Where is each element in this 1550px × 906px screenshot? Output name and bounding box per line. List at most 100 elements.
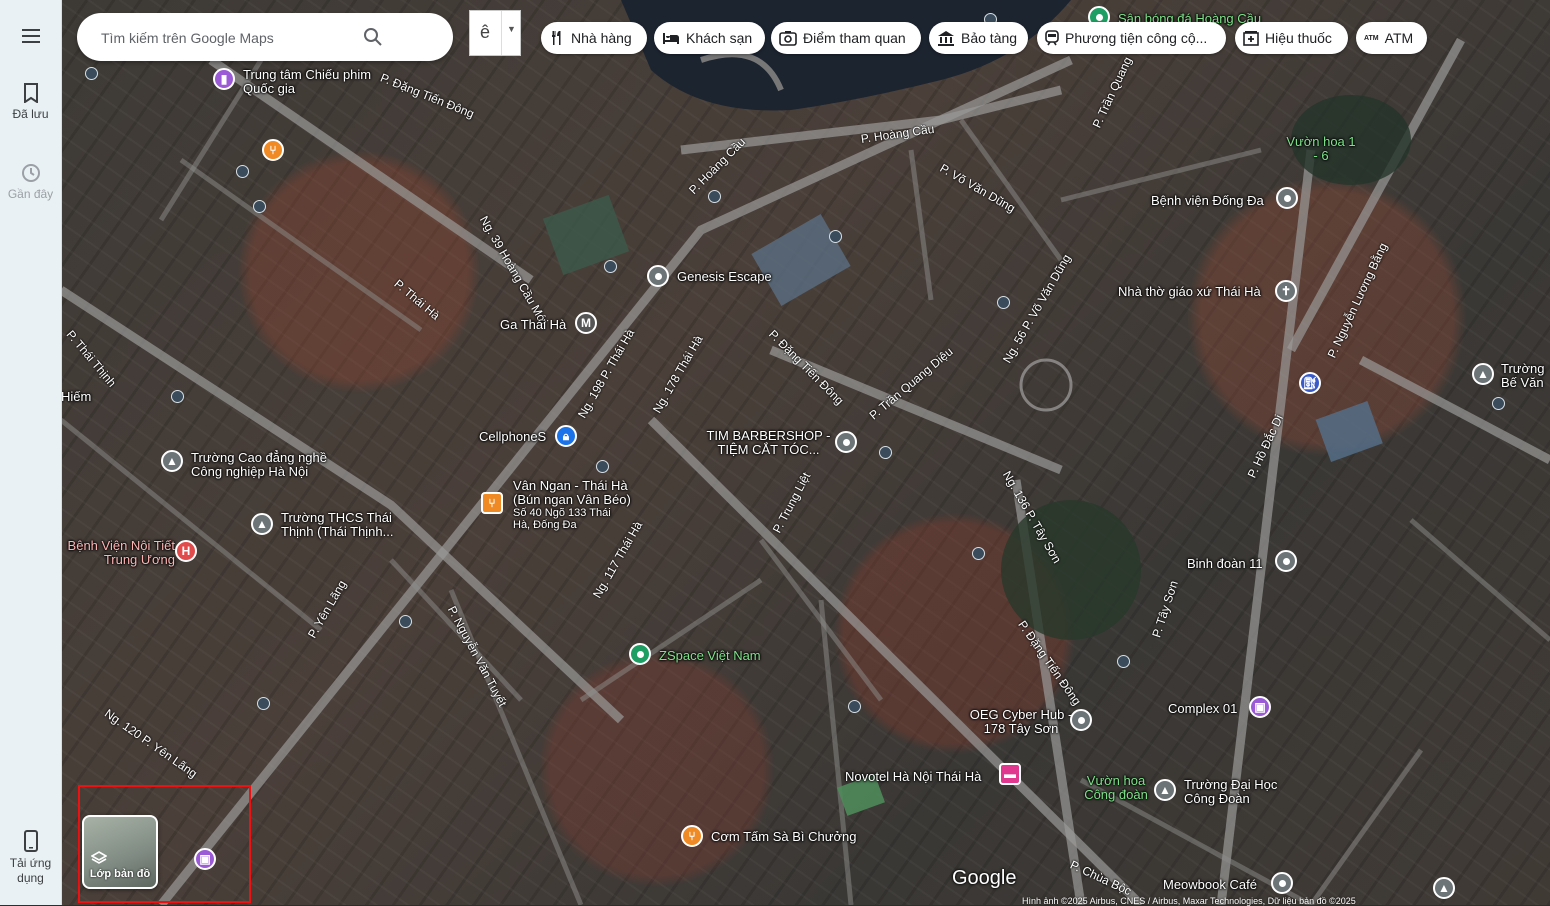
bus-stop-icon[interactable]	[253, 200, 266, 213]
bus-stop-icon[interactable]	[171, 390, 184, 403]
saved-button[interactable]: Đã lưu	[0, 83, 61, 122]
chip-atm[interactable]: ATM ATM	[1356, 22, 1427, 54]
get-app-label: Tải ứng dụng	[9, 856, 52, 885]
place-label-ga-thai-ha[interactable]: Ga Thái Hà	[500, 318, 566, 332]
bus-stop-icon[interactable]	[1117, 655, 1130, 668]
place-label-com-tam[interactable]: Cơm Tấm Sà Bì Chưởng	[711, 830, 856, 844]
restaurant-icon[interactable]: ⑂	[262, 139, 284, 161]
place-label-zspace[interactable]: ZSpace Việt Nam	[659, 649, 761, 663]
place-label-vuon-hoa-1-6[interactable]: Vườn hoa 1 - 6	[1286, 135, 1356, 163]
get-app-button[interactable]: Tải ứng dụng	[0, 830, 61, 886]
ime-char: ê	[480, 22, 491, 42]
chip-museums[interactable]: Bảo tàng	[929, 22, 1028, 54]
shopping-icon[interactable]: ▣	[1249, 696, 1271, 718]
menu-button[interactable]	[0, 27, 61, 49]
chip-label: Bảo tàng	[961, 30, 1018, 46]
bus-stop-icon[interactable]	[85, 67, 98, 80]
phone-icon	[23, 830, 38, 852]
chip-label: Phương tiện công cộ...	[1065, 30, 1208, 46]
museum-icon	[937, 30, 955, 46]
bus-stop-icon[interactable]	[236, 165, 249, 178]
place-pin-icon[interactable]	[629, 643, 651, 665]
bed-icon	[662, 31, 680, 45]
place-label-tim-barber[interactable]: TIM BARBERSHOP - TIỆM CẮT TÓC...	[706, 429, 831, 457]
bus-stop-icon[interactable]	[879, 446, 892, 459]
school-icon[interactable]: ▲	[1433, 877, 1455, 899]
place-label-thcs[interactable]: Trường THCS Thái Thịnh (Thái Thịnh...	[281, 511, 411, 539]
recent-label: Gần đây	[7, 187, 54, 201]
restaurant-icon[interactable]: ⑂	[481, 492, 503, 514]
church-icon[interactable]: ✝	[1275, 280, 1297, 302]
school-icon[interactable]: ▲	[161, 450, 183, 472]
satellite-map[interactable]: P. Đặng Tiến Đông P. Hoàng Cầu P. Hoàng …	[61, 0, 1550, 905]
pharmacy-icon	[1243, 30, 1259, 46]
cinema-icon[interactable]: ▮	[213, 68, 235, 90]
bus-stop-icon[interactable]	[997, 296, 1010, 309]
chip-attractions[interactable]: Điểm tham quan	[771, 22, 921, 54]
place-label-truong-dai-hoc[interactable]: Trường Đại Học Công Đoàn	[1184, 778, 1294, 806]
place-pin-icon[interactable]	[1275, 550, 1297, 572]
bus-stop-icon[interactable]	[257, 697, 270, 710]
chip-pharmacies[interactable]: Hiệu thuốc	[1235, 22, 1348, 54]
place-label-cinema[interactable]: Trung tâm Chiếu phim Quốc gia	[243, 68, 373, 96]
place-label-meowbook[interactable]: Meowbook Café	[1163, 878, 1257, 892]
fork-knife-icon	[549, 30, 565, 46]
place-label-complex[interactable]: Complex 01	[1168, 702, 1237, 716]
bus-stop-icon[interactable]	[604, 260, 617, 273]
bus-stop-icon[interactable]	[399, 615, 412, 628]
history-icon	[21, 164, 40, 182]
gas-station-icon[interactable]: ⛽︎	[1299, 372, 1321, 394]
camera-icon	[779, 30, 797, 46]
place-label-oeg[interactable]: OEG Cyber Hub - 178 Tây Sơn	[966, 708, 1076, 736]
place-label-church[interactable]: Nhà thờ giáo xứ Thái Hà	[1118, 285, 1261, 299]
place-pin-icon[interactable]	[1276, 187, 1298, 209]
hospital-icon[interactable]: H	[175, 540, 197, 562]
place-label-van-ngan[interactable]: Vân Ngan - Thái Hà (Bún ngan Vân Béo)	[513, 479, 653, 507]
search-icon[interactable]	[363, 27, 383, 52]
restaurant-icon[interactable]: ⑂	[681, 825, 703, 847]
place-label-hospital[interactable]: Bệnh Viện Nội Tiết Trung Ương	[65, 539, 175, 567]
chip-label: Nhà hàng	[571, 30, 632, 46]
place-label-college[interactable]: Trường Cao đẳng nghề Công nghiệp Hà Nội	[191, 451, 341, 479]
layers-button[interactable]: Lớp bản đồ	[82, 815, 158, 889]
place-label-truong-be-van[interactable]: Trường Bế Văn	[1501, 362, 1549, 390]
hotel-icon[interactable]: ▬	[999, 763, 1021, 785]
place-label-novotel[interactable]: Novotel Hà Nội Thái Hà	[845, 770, 981, 784]
ime-divider	[501, 11, 502, 55]
place-label-hiem: Hiếm	[61, 389, 92, 404]
bus-stop-icon[interactable]	[708, 190, 721, 203]
chip-restaurants[interactable]: Nhà hàng	[541, 22, 647, 54]
place-label-binh-doan[interactable]: Binh đoàn 11	[1187, 557, 1263, 571]
shopping-bag-icon[interactable]: 🔒︎	[555, 425, 577, 447]
bus-stop-icon[interactable]	[596, 460, 609, 473]
place-pin-icon[interactable]	[835, 431, 857, 453]
place-pin-icon[interactable]	[1271, 872, 1293, 894]
side-rail: Đã lưu Gần đây Tải ứng dụng	[0, 0, 62, 905]
search-box	[77, 13, 513, 61]
caret-down-icon[interactable]: ▼	[507, 24, 516, 34]
place-label-cellphones[interactable]: CellphoneS	[479, 430, 546, 444]
place-label-dong-da-hospital[interactable]: Bệnh viện Đống Đa	[1151, 194, 1264, 208]
school-icon[interactable]: ▲	[251, 513, 273, 535]
place-address-van-ngan: Số 40 Ngõ 133 Thái Hà, Đống Đa	[513, 507, 611, 531]
place-label-genesis[interactable]: Genesis Escape	[677, 270, 772, 284]
atm-icon: ATM	[1364, 34, 1379, 42]
layers-label: Lớp bản đồ	[89, 868, 151, 880]
bus-stop-icon[interactable]	[1492, 397, 1505, 410]
chip-hotels[interactable]: Khách sạn	[654, 22, 765, 54]
metro-icon[interactable]: M	[575, 312, 597, 334]
bus-stop-icon[interactable]	[829, 230, 842, 243]
recent-button[interactable]: Gần đây	[0, 163, 61, 202]
school-icon[interactable]: ▲	[1154, 779, 1176, 801]
place-pin-icon[interactable]	[647, 265, 669, 287]
place-pin-icon[interactable]	[1070, 709, 1092, 731]
chip-label: Điểm tham quan	[803, 30, 906, 46]
bus-stop-icon[interactable]	[848, 700, 861, 713]
input-method-button[interactable]: ê ▼	[469, 10, 521, 56]
chip-transit[interactable]: Phương tiện công cộ...	[1037, 22, 1226, 54]
train-icon	[1045, 30, 1059, 46]
school-icon[interactable]: ▲	[1472, 363, 1494, 385]
bus-stop-icon[interactable]	[972, 547, 985, 560]
place-label-vuon-hoa-cong-doan[interactable]: Vườn hoa Công đoàn	[1076, 774, 1156, 802]
search-input[interactable]	[99, 25, 353, 51]
